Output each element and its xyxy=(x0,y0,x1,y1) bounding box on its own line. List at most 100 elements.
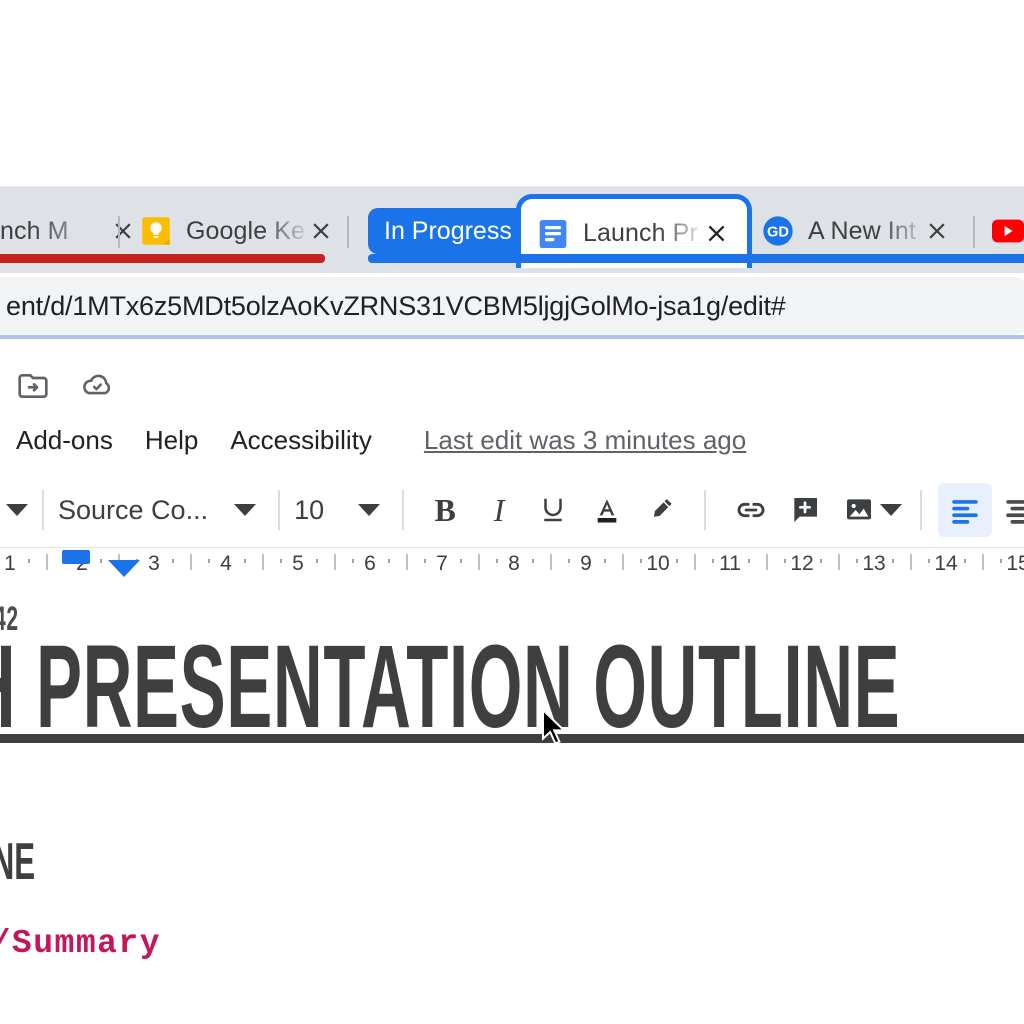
address-bar[interactable]: ent/d/1MTx6z5MDt5olzAoKvZRNS31VCBM5ljgjG… xyxy=(0,277,1024,335)
align-center-button[interactable] xyxy=(992,483,1024,537)
tab-group-chip-in-progress[interactable]: In Progress xyxy=(368,208,528,254)
ruler-tick xyxy=(766,554,768,570)
ruler-tick xyxy=(334,554,336,570)
browser-tab-4[interactable]: GD A New Int xyxy=(762,200,962,262)
align-left-button[interactable] xyxy=(938,483,993,537)
tab-close-icon[interactable] xyxy=(304,214,338,248)
ruler-tick xyxy=(910,554,912,570)
ruler-tick xyxy=(604,559,606,563)
tab-title: Google Ke xyxy=(186,216,304,245)
browser-tab-strip: nch M Google Ke In Progress Launch Pr GD… xyxy=(0,188,1024,273)
chevron-down-icon[interactable] xyxy=(6,504,28,516)
font-size-selector[interactable]: 10 xyxy=(294,494,381,526)
italic-button[interactable]: I xyxy=(472,483,526,537)
doc-toolbar: Source Co... 10 B I xyxy=(0,473,1024,547)
ruler-tick xyxy=(964,559,966,563)
toolbar-separator xyxy=(402,490,405,530)
toolbar-separator xyxy=(278,490,281,530)
ruler-tick xyxy=(784,559,786,563)
ruler-number: 6 xyxy=(364,552,376,575)
browser-tab-5[interactable] xyxy=(992,200,1024,262)
font-family-value: Source Co... xyxy=(58,494,209,525)
tab-close-icon[interactable] xyxy=(699,217,733,251)
insert-link-button[interactable] xyxy=(724,483,778,537)
document-ruler[interactable]: 123456789101112131415 xyxy=(0,547,1024,579)
move-to-folder-icon[interactable] xyxy=(16,369,50,403)
ruler-number: 8 xyxy=(508,552,520,575)
ruler-tick xyxy=(46,554,48,570)
ruler-tick xyxy=(694,554,696,570)
browser-tab-2[interactable]: Google Ke xyxy=(140,200,340,262)
omnibox-row: ent/d/1MTx6z5MDt5olzAoKvZRNS31VCBM5ljgjG… xyxy=(0,273,1024,345)
document-canvas[interactable]: 42 AUNCH PRESENTATION OUTLINE LINE ro/Su… xyxy=(0,577,1024,1024)
add-comment-button[interactable] xyxy=(778,483,832,537)
ruler-tick xyxy=(856,559,858,563)
highlight-color-button[interactable] xyxy=(634,483,688,537)
ruler-number: 12 xyxy=(790,552,814,575)
ruler-number: 1 xyxy=(4,552,16,575)
ruler-number: 10 xyxy=(646,552,670,575)
ruler-number: 3 xyxy=(148,552,160,575)
toolbar-separator xyxy=(42,490,44,530)
ruler-number: 15 xyxy=(1006,552,1024,575)
ruler-tick xyxy=(406,554,408,570)
ruler-tick xyxy=(1000,559,1002,563)
insert-image-button[interactable] xyxy=(832,483,886,537)
chevron-down-icon[interactable] xyxy=(234,504,257,516)
google-docs-icon xyxy=(537,218,569,250)
ruler-tick xyxy=(622,554,624,570)
youtube-icon xyxy=(992,215,1024,247)
text-color-button[interactable] xyxy=(580,483,634,537)
toolbar-separator xyxy=(920,490,923,530)
menu-item-accessibility[interactable]: Accessibility xyxy=(230,425,372,456)
ruler-tick xyxy=(424,559,426,563)
tab-separator xyxy=(347,216,349,248)
ruler-tick xyxy=(244,559,246,563)
cloud-saved-icon[interactable] xyxy=(80,369,114,403)
tab-title: nch M xyxy=(0,216,69,245)
ruler-tick xyxy=(262,554,264,570)
ruler-tick xyxy=(892,559,894,563)
ruler-tick xyxy=(478,554,480,570)
underline-button[interactable] xyxy=(526,483,580,537)
ruler-indent-left-marker[interactable] xyxy=(62,550,90,564)
ruler-tick xyxy=(28,559,30,563)
ruler-tick xyxy=(316,559,318,563)
ruler-indent-first-line-marker[interactable] xyxy=(108,560,140,577)
document-code-line: ro/Summary xyxy=(0,925,162,962)
ruler-tick xyxy=(190,554,192,570)
ruler-tick xyxy=(982,554,984,570)
screen: nch M Google Ke In Progress Launch Pr GD… xyxy=(0,0,1024,1024)
ruler-tick xyxy=(568,559,570,563)
ruler-number: 14 xyxy=(934,552,958,575)
chevron-down-icon[interactable] xyxy=(880,504,903,516)
document-horizontal-rule xyxy=(0,734,1024,743)
bold-button[interactable]: B xyxy=(418,483,472,537)
menu-item-help[interactable]: Help xyxy=(145,425,198,456)
tab-close-icon[interactable] xyxy=(920,214,954,248)
ruler-tick xyxy=(496,559,498,563)
ruler-tick xyxy=(748,559,750,563)
tab-close-icon[interactable] xyxy=(106,214,140,248)
ruler-tick xyxy=(640,559,642,563)
document-title-heading: AUNCH PRESENTATION OUTLINE xyxy=(0,621,901,753)
last-edit-status[interactable]: Last edit was 3 minutes ago xyxy=(424,425,746,456)
document-subheading: LINE xyxy=(0,833,36,891)
ruler-tick xyxy=(280,559,282,563)
gd-circle-icon: GD xyxy=(762,215,794,247)
toolbar-separator xyxy=(704,490,707,530)
ruler-tick xyxy=(676,559,678,563)
doc-quick-actions xyxy=(16,369,114,403)
doc-menu-bar: Add-ons Help Accessibility Last edit was… xyxy=(0,417,1024,463)
chevron-down-icon[interactable] xyxy=(358,504,381,516)
menu-item-add-ons[interactable]: Add-ons xyxy=(16,425,113,456)
ruler-tick xyxy=(820,559,822,563)
ruler-tick xyxy=(712,559,714,563)
tab-separator xyxy=(118,216,120,248)
tab-title: A New Int xyxy=(808,216,916,245)
font-family-selector[interactable]: Source Co... xyxy=(58,494,257,526)
ruler-tick xyxy=(388,559,390,563)
google-docs-app: Add-ons Help Accessibility Last edit was… xyxy=(0,345,1024,1024)
ruler-tick xyxy=(100,559,102,563)
font-size-value: 10 xyxy=(294,494,325,525)
